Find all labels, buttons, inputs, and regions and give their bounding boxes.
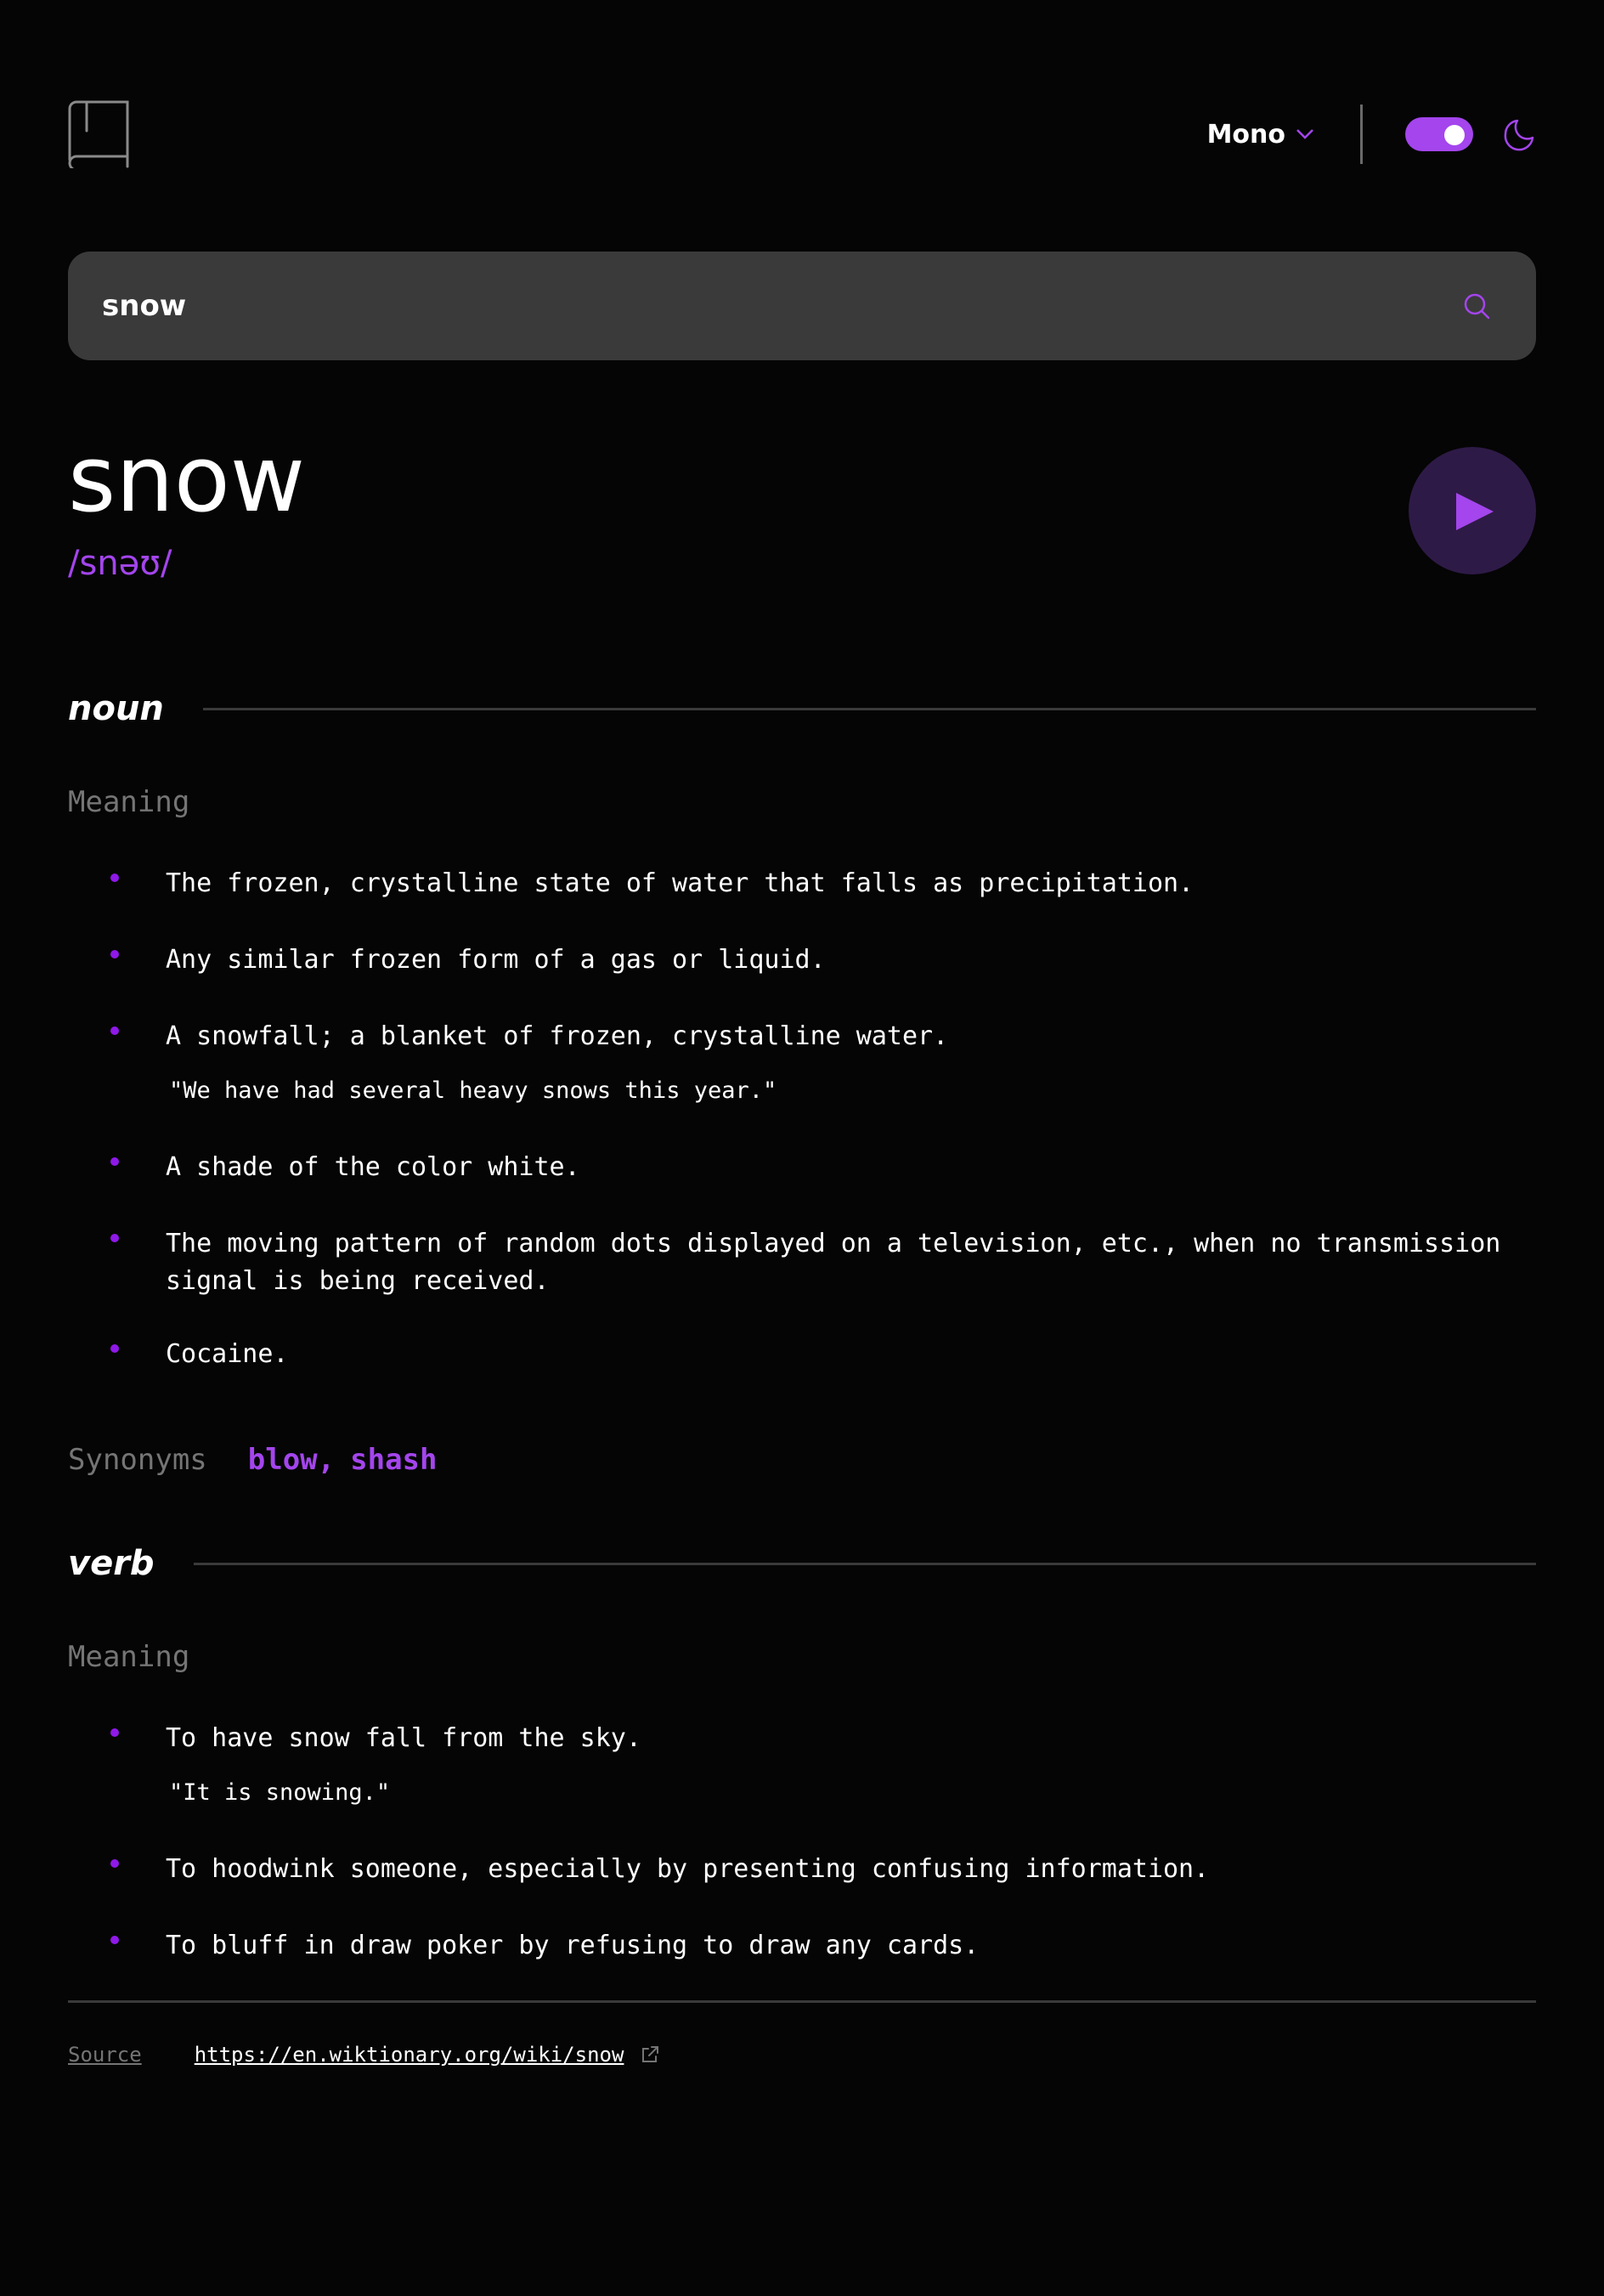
bullet — [110, 1936, 119, 1944]
list-item: The frozen, crystalline state of water t… — [68, 865, 1536, 902]
bullet — [110, 1728, 119, 1737]
play-icon — [1456, 493, 1494, 530]
search-icon[interactable] — [1463, 292, 1490, 320]
definition-list-noun: The frozen, crystalline state of water t… — [68, 865, 1536, 1373]
divider — [193, 1562, 1536, 1565]
bullet — [110, 950, 119, 959]
list-item: Any similar frozen form of a gas or liqu… — [68, 942, 1536, 979]
definition-text: To have snow fall from the sky. — [166, 1723, 641, 1753]
search-input[interactable] — [102, 252, 1410, 360]
font-selector-value: Mono — [1206, 119, 1285, 150]
source: Source https://en.wiktionary.org/wiki/sn… — [68, 2043, 659, 2067]
list-item: A shade of the color white. — [68, 1149, 1536, 1186]
play-button[interactable] — [1409, 447, 1536, 574]
font-selector[interactable]: Mono — [1207, 120, 1314, 150]
synonyms: Synonyms blow , shash — [68, 1443, 438, 1477]
synonym-link[interactable]: blow — [248, 1443, 318, 1477]
toggle-knob — [1444, 125, 1465, 145]
list-item: To hoodwink someone, especially by prese… — [68, 1851, 1536, 1888]
source-link[interactable]: https://en.wiktionary.org/wiki/snow — [195, 2043, 624, 2067]
footer-divider — [68, 2000, 1536, 2003]
definition-text: To hoodwink someone, especially by prese… — [166, 1854, 1210, 1884]
list-item: The moving pattern of random dots displa… — [68, 1225, 1536, 1300]
synonyms-label: Synonyms — [68, 1443, 207, 1477]
meaning-heading: Meaning — [68, 785, 190, 819]
theme-toggle[interactable] — [1405, 117, 1473, 151]
bullet — [110, 1859, 119, 1868]
definition-text: To bluff in draw poker by refusing to dr… — [166, 1931, 980, 1960]
list-item: To bluff in draw poker by refusing to dr… — [68, 1927, 1536, 1965]
definition-text: A snowfall; a blanket of frozen, crystal… — [166, 1021, 949, 1051]
list-item: Cocaine. — [68, 1336, 1536, 1373]
definition-text: The moving pattern of random dots displa… — [166, 1229, 1501, 1296]
definition-text: The frozen, crystalline state of water t… — [166, 868, 1195, 898]
definition-text: Cocaine. — [166, 1339, 289, 1369]
bullet — [110, 1234, 119, 1242]
bullet — [110, 1157, 119, 1166]
synonym-separator: , — [317, 1443, 336, 1477]
part-of-speech-label: noun — [68, 689, 164, 728]
search-bar — [68, 252, 1536, 360]
definition-text: A shade of the color white. — [166, 1152, 580, 1182]
word-title: snow — [68, 427, 306, 533]
book-icon[interactable] — [68, 100, 129, 168]
external-link-icon[interactable] — [641, 2045, 659, 2064]
definition-text: Any similar frozen form of a gas or liqu… — [166, 945, 826, 975]
definition-list-verb: To have snow fall from the sky. "It is s… — [68, 1720, 1536, 1965]
source-label: Source — [68, 2043, 142, 2067]
definition-example: "We have had several heavy snows this ye… — [169, 1077, 777, 1104]
header-divider — [1360, 105, 1363, 164]
divider — [202, 707, 1536, 710]
phonetic: /snəʊ/ — [68, 544, 172, 583]
bullet — [110, 874, 119, 882]
chevron-down-icon — [1296, 129, 1313, 139]
part-of-speech-label: verb — [68, 1544, 155, 1583]
list-item: To have snow fall from the sky. "It is s… — [68, 1720, 1536, 1812]
definition-example: "It is snowing." — [169, 1779, 391, 1806]
list-item: A snowfall; a blanket of frozen, crystal… — [68, 1018, 1536, 1110]
part-of-speech-verb: verb — [68, 1538, 1536, 1589]
moon-icon[interactable] — [1502, 117, 1536, 151]
header-controls: Mono — [1207, 100, 1536, 168]
meaning-heading: Meaning — [68, 1640, 190, 1674]
dictionary-page: Mono snow snow /snəʊ/ noun Meaning The f… — [0, 0, 1604, 2296]
bullet — [110, 1026, 119, 1035]
header: Mono — [68, 100, 1536, 168]
bullet — [110, 1344, 119, 1353]
part-of-speech-noun: noun — [68, 683, 1536, 734]
synonym-link[interactable]: shash — [350, 1443, 437, 1477]
